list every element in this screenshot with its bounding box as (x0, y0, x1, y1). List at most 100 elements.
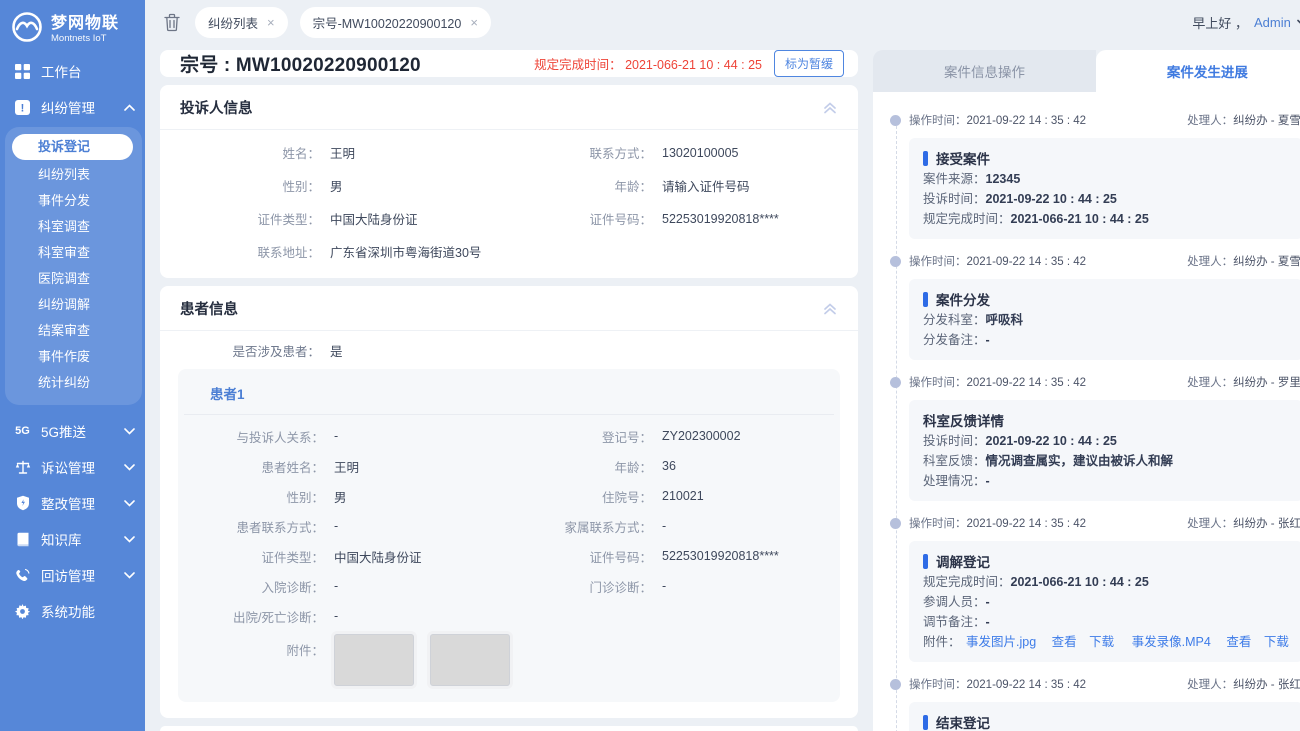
timeline-entry: 操作时间：2021-09-22 14 : 35 : 42 处理人：纠纷办 - 罗… (909, 374, 1300, 501)
logo-title: 梦网物联 (51, 9, 119, 33)
sidebar-subitem-event-dispatch[interactable]: 事件分发 (5, 188, 142, 214)
title-bar-icon (923, 292, 928, 307)
attachment-file-link[interactable]: 事发录像.MP4 (1132, 635, 1211, 649)
timeline-panel: 操作时间：2021-09-22 14 : 35 : 42 处理人：纠纷办 - 夏… (873, 92, 1300, 731)
user-greeting: 早上好 ， Admin (1192, 13, 1300, 32)
view-link[interactable]: 查看 (1226, 635, 1251, 649)
chevron-down-icon[interactable] (124, 572, 135, 579)
mark-deferred-button[interactable]: 标为暂缓 (774, 50, 844, 77)
title-bar-icon (923, 554, 928, 569)
close-icon[interactable]: × (267, 18, 275, 28)
book-icon (14, 531, 31, 548)
attachment-file-link[interactable]: 事发图片.jpg (966, 635, 1036, 649)
timeline-dot-icon (890, 256, 901, 267)
field-relation: 与投诉人关系：- (184, 421, 506, 451)
title-bar-icon (923, 151, 928, 166)
shield-icon (14, 495, 31, 512)
username-link[interactable]: Admin (1254, 15, 1291, 30)
sidebar-subitem-event-void[interactable]: 事件作废 (5, 344, 142, 370)
collapse-icon[interactable] (822, 99, 838, 115)
grid-icon (14, 63, 31, 80)
field-age: 年龄：请输入证件号码 (512, 169, 838, 202)
sidebar-item-system-functions[interactable]: 系统功能 (0, 593, 145, 629)
case-detail-column: 宗号 : MW10020220900120 规定完成时间： 2021-066-2… (160, 50, 858, 731)
sidebar-subitem-dispute-stats[interactable]: 统计纠纷 (5, 370, 142, 396)
download-link[interactable]: 下载 (1264, 635, 1289, 649)
sidebar-submenu: 投诉登记 纠纷列表 事件分发 科室调查 科室审查 医院调查 纠纷调解 结案审查 … (5, 127, 142, 405)
field-inpatient-no: 住院号：210021 (512, 481, 834, 511)
sidebar-item-label: 工作台 (41, 61, 82, 81)
sidebar-item-label: 诉讼管理 (41, 457, 95, 477)
timeline: 操作时间：2021-09-22 14 : 35 : 42 处理人：纠纷办 - 夏… (885, 112, 1300, 731)
sidebar-item-label: 回访管理 (41, 565, 95, 585)
timeline-card-dept-feedback: 科室反馈详情 投诉时间：2021-09-22 10 : 44 : 25 科室反馈… (909, 400, 1300, 501)
attachment-thumbnail[interactable] (430, 634, 510, 686)
field-discharge-diagnosis: 出院/死亡诊断：- (184, 601, 506, 631)
download-link[interactable]: 下载 (1089, 635, 1114, 649)
chevron-down-icon[interactable] (124, 464, 135, 471)
tab-dispute-list[interactable]: 纠纷列表 × (195, 7, 288, 38)
field-attachments: 附件： (184, 634, 834, 686)
attachment-thumbnail[interactable] (334, 634, 414, 686)
sidebar-subitem-hospital-investigation[interactable]: 医院调查 (5, 266, 142, 292)
sidebar-subitem-dept-investigation[interactable]: 科室调查 (5, 214, 142, 240)
field-patient-age: 年龄：36 (512, 451, 834, 481)
field-patient-contact: 患者联系方式：- (184, 511, 506, 541)
timeline-connector (896, 126, 897, 731)
sidebar-subitem-dispute-mediation[interactable]: 纠纷调解 (5, 292, 142, 318)
field-name: 姓名：王明 (180, 136, 506, 169)
tab-case-number[interactable]: 宗号-MW10020220900120 × (300, 7, 491, 38)
greeting-text: 早上好 ， (1192, 13, 1248, 32)
chevron-down-icon[interactable] (124, 428, 135, 435)
sidebar-item-5g-push[interactable]: 5G 5G推送 (0, 413, 145, 449)
field-patient-id-type: 证件类型：中国大陆身份证 (184, 541, 506, 571)
deadline-text: 规定完成时间： 2021-066-21 10 : 44 : 25 (534, 54, 762, 73)
topbar: 纠纷列表 × 宗号-MW10020220900120 × 早上好 ， Admin (145, 0, 1300, 45)
chevron-down-icon[interactable] (124, 536, 135, 543)
timeline-card-accept-case: 接受案件 案件来源：12345 投诉时间：2021-09-22 10 : 44 … (909, 138, 1300, 239)
field-gender: 性别：男 (180, 169, 506, 202)
sidebar-subitem-complaint-register[interactable]: 投诉登记 (12, 134, 133, 160)
sidebar-item-knowledge-base[interactable]: 知识库 (0, 521, 145, 557)
card-title: 患者信息 (180, 298, 238, 319)
logo-subtitle: Montnets IoT (51, 33, 119, 44)
field-patient-involved: 是否涉及患者：是 (176, 333, 842, 367)
next-card-edge (160, 726, 858, 731)
field-address: 联系地址：广东省深圳市粤海街道30号 (180, 235, 506, 268)
chevron-up-icon[interactable] (124, 104, 135, 111)
attachments-line: 附件： 事发图片.jpg 查看 下载 事发录像.MP4 查看 下载 (923, 632, 1289, 652)
timeline-dot-icon (890, 115, 901, 126)
phone-icon (14, 567, 31, 584)
sidebar-item-dispute-management[interactable]: ! 纠纷管理 (0, 89, 145, 125)
sidebar-subitem-dept-review[interactable]: 科室审查 (5, 240, 142, 266)
tab-case-info-operations[interactable]: 案件信息操作 (873, 50, 1096, 92)
complainant-info-card: 投诉人信息 姓名：王明 联系方式：13020100005 性别：男 年龄：请输入… (160, 85, 858, 278)
sidebar-subitem-closing-review[interactable]: 结案审查 (5, 318, 142, 344)
sidebar-item-revisit-management[interactable]: 回访管理 (0, 557, 145, 593)
sidebar-item-lawsuit-management[interactable]: 诉讼管理 (0, 449, 145, 485)
case-progress-panel: 案件信息操作 案件发生进展 操作时间：2021-09-22 14 : 35 : … (873, 50, 1300, 731)
sidebar: 梦网物联 Montnets IoT 工作台 ! 纠纷管理 (0, 0, 145, 731)
chevron-down-icon[interactable] (124, 500, 135, 507)
view-link[interactable]: 查看 (1052, 635, 1077, 649)
tab-case-progress[interactable]: 案件发生进展 (1096, 50, 1300, 92)
tab-label: 纠纷列表 (208, 13, 258, 32)
sidebar-item-label: 5G推送 (41, 421, 86, 441)
field-patient-name: 患者姓名：王明 (184, 451, 506, 481)
timeline-dot-icon (890, 518, 901, 529)
field-patient-id-number: 证件号码：52253019920818**** (512, 541, 834, 571)
sidebar-item-label: 纠纷管理 (41, 97, 95, 117)
field-patient-gender: 性别：男 (184, 481, 506, 511)
collapse-icon[interactable] (822, 300, 838, 316)
sidebar-subitem-dispute-list[interactable]: 纠纷列表 (5, 162, 142, 188)
close-icon[interactable]: × (470, 18, 478, 28)
sidebar-item-label: 知识库 (41, 529, 82, 549)
timeline-entry: 操作时间：2021-09-22 14 : 35 : 42 处理人：纠纷办 - 夏… (909, 253, 1300, 360)
sidebar-item-workbench[interactable]: 工作台 (0, 53, 145, 89)
sidebar-item-rectify-management[interactable]: 整改管理 (0, 485, 145, 521)
field-outpatient-diagnosis: 门诊诊断：- (512, 571, 834, 601)
field-contact: 联系方式：13020100005 (512, 136, 838, 169)
trash-icon[interactable] (163, 13, 183, 33)
tab-label: 宗号-MW10020220900120 (313, 13, 462, 32)
sidebar-item-label: 系统功能 (41, 601, 95, 621)
